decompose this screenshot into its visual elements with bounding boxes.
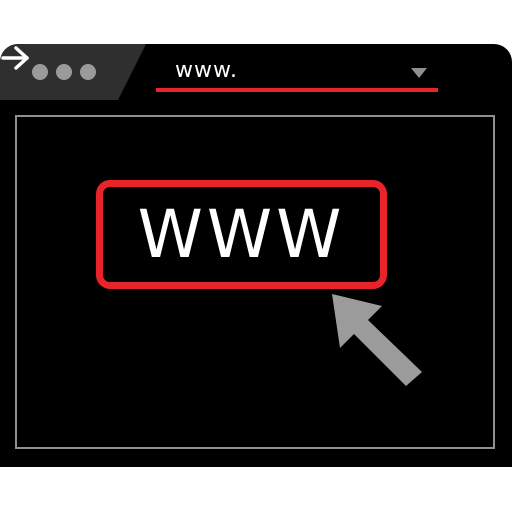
- title-bar: www.: [0, 44, 512, 100]
- www-button[interactable]: WWW: [96, 180, 387, 289]
- chevron-down-icon[interactable]: [411, 68, 427, 78]
- window-control-dot[interactable]: [32, 64, 48, 80]
- window-control-dot[interactable]: [56, 64, 72, 80]
- window-control-dot[interactable]: [80, 64, 96, 80]
- arrow-right-icon[interactable]: [0, 44, 32, 72]
- address-bar-input[interactable]: www.: [175, 58, 238, 83]
- browser-illustration: www. WWW: [0, 0, 512, 512]
- www-label: WWW: [137, 195, 346, 273]
- mouse-cursor-icon: [332, 294, 422, 386]
- address-bar-underline: [156, 88, 438, 92]
- window-controls: [32, 64, 96, 80]
